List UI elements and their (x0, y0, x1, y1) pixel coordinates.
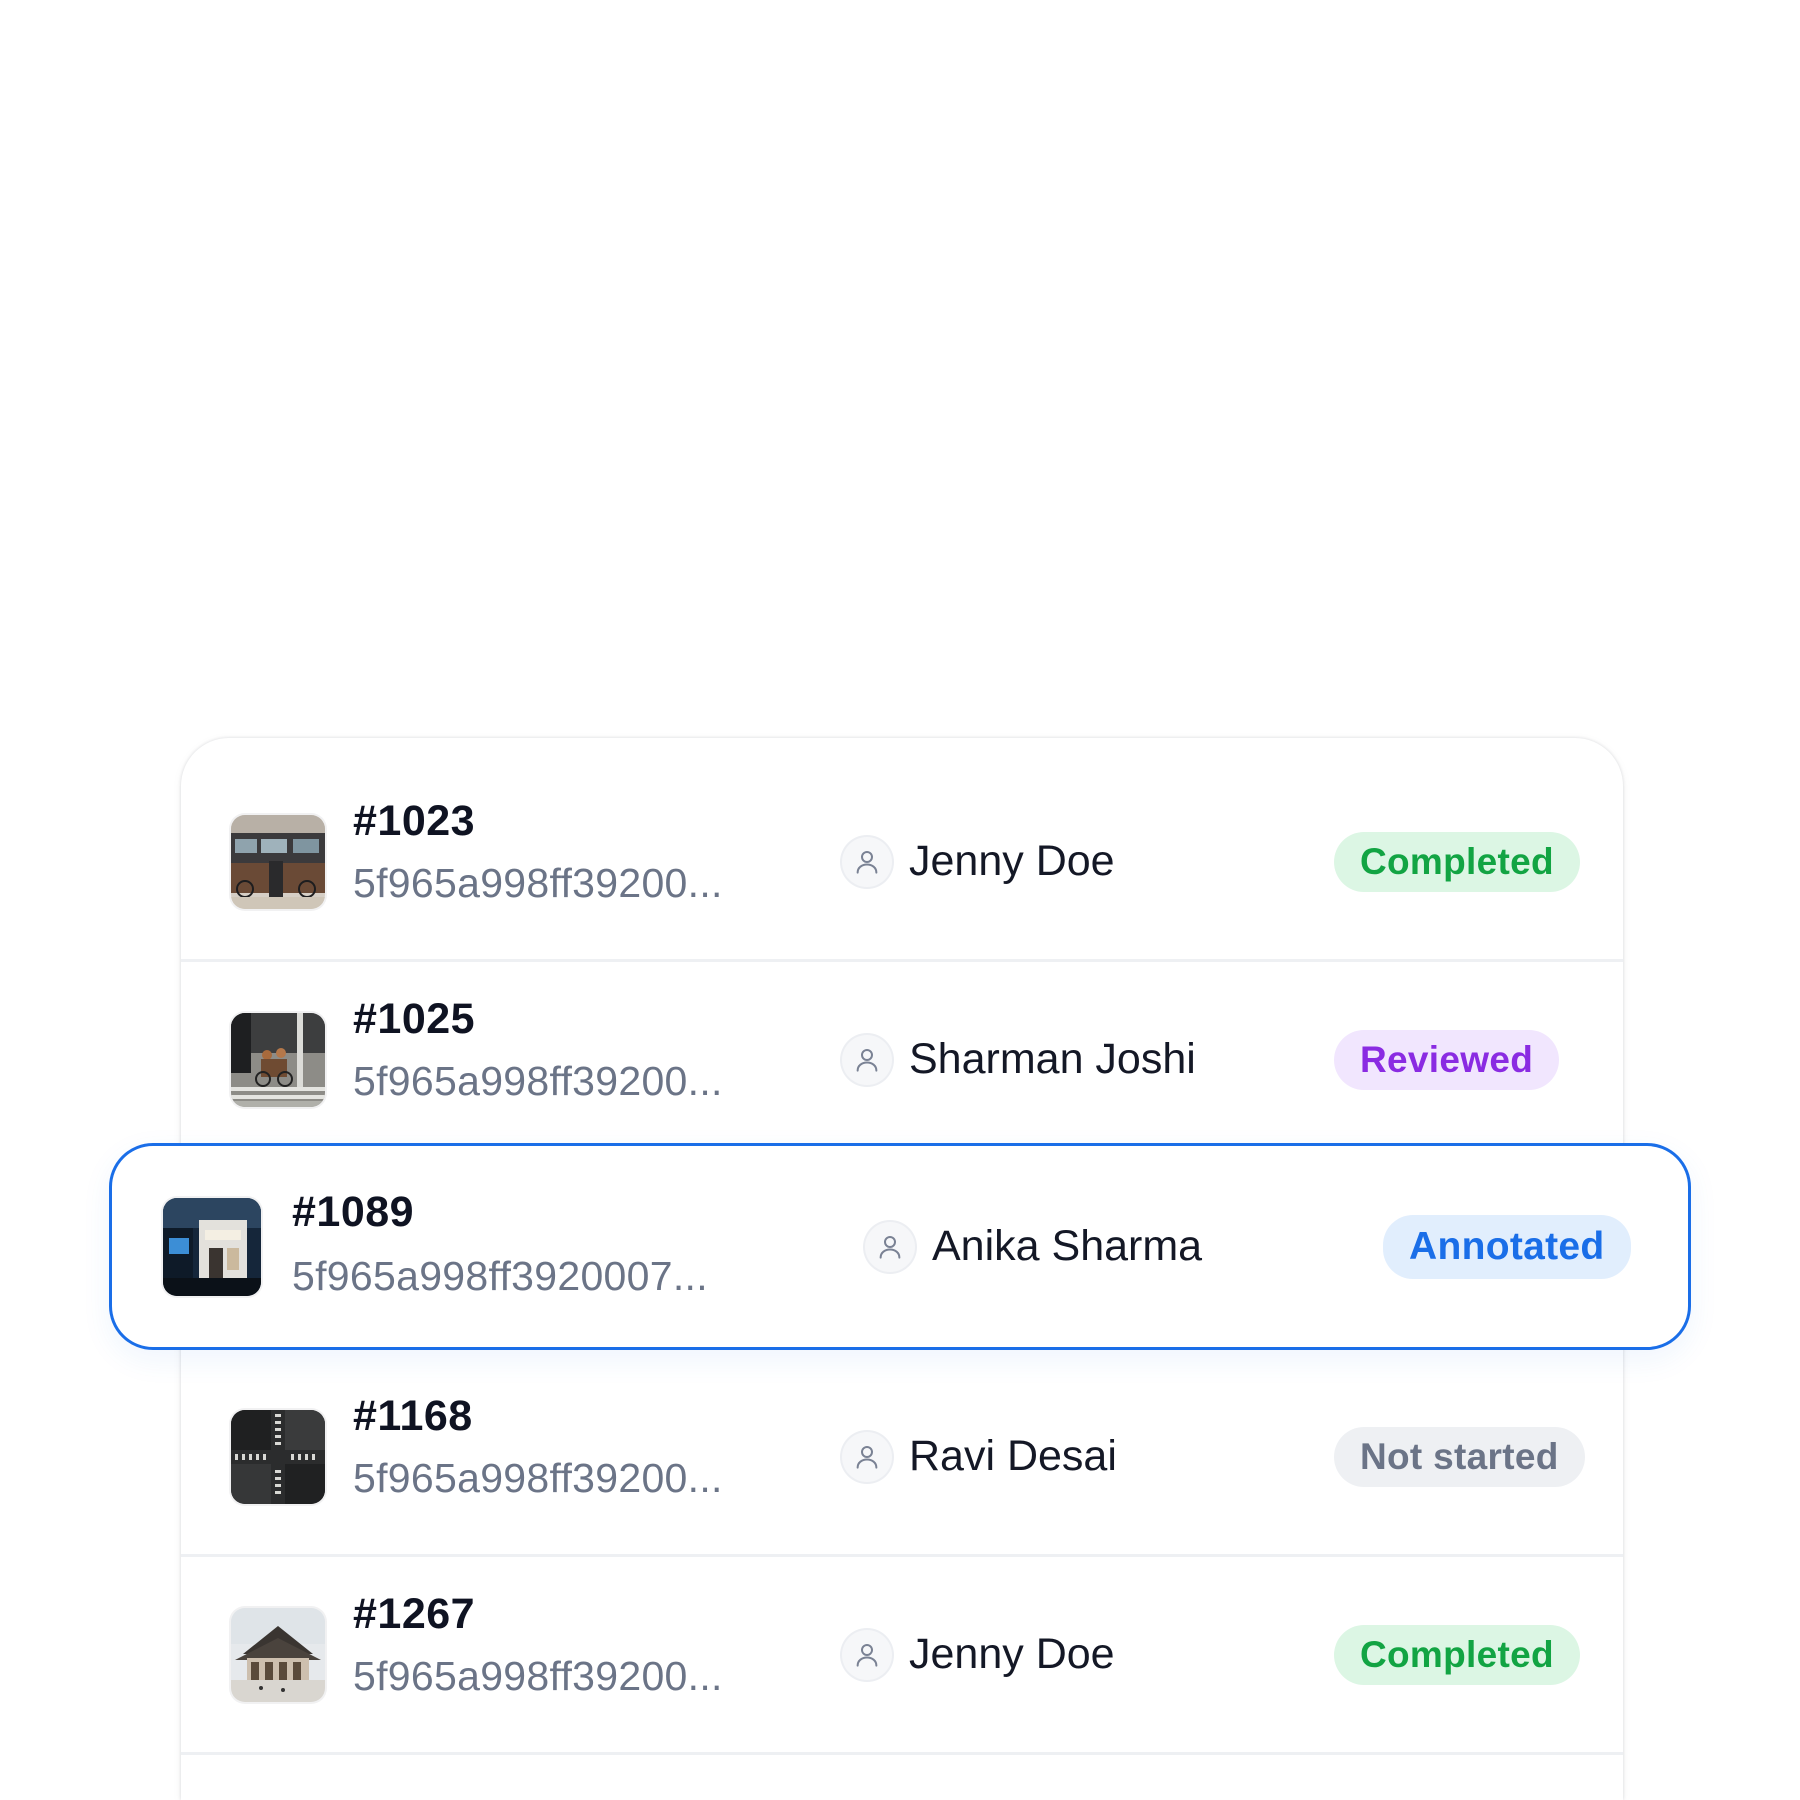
assignee-name: Ravi Desai (909, 1432, 1117, 1480)
assignee-name: Jenny Doe (909, 837, 1115, 885)
task-hash: 5f965a998ff39200... (353, 860, 723, 906)
status-badge: Annotated (1383, 1214, 1631, 1279)
assignee[interactable]: Sharman Joshi (842, 1033, 1196, 1087)
task-thumbnail (231, 1012, 325, 1107)
task-thumbnail (231, 814, 325, 909)
assignee-name: Sharman Joshi (909, 1035, 1196, 1083)
task-id: #1089 (292, 1188, 415, 1236)
assignee-name: Anika Sharma (932, 1222, 1203, 1270)
task-thumbnail (163, 1197, 261, 1296)
user-icon (842, 836, 892, 887)
status-badge: Not started (1334, 1426, 1585, 1487)
task-hash: 5f965a998ff39200... (353, 1653, 723, 1699)
user-icon (865, 1221, 915, 1272)
user-icon (842, 1629, 892, 1680)
assignee[interactable]: Ravi Desai (842, 1430, 1117, 1484)
task-row[interactable]: #1168 5f965a998ff39200... Ravi Desai Not… (181, 1359, 1623, 1557)
assignee[interactable]: Jenny Doe (842, 835, 1115, 889)
task-id: #1023 (353, 797, 476, 845)
task-hash: 5f965a998ff39200... (353, 1455, 723, 1501)
user-icon (842, 1431, 892, 1482)
task-thumbnail (231, 1607, 325, 1702)
task-row-selected[interactable]: #1089 5f965a998ff3920007... Anika Sharma… (109, 1143, 1691, 1350)
assignee[interactable]: Jenny Doe (842, 1628, 1115, 1682)
status-badge: Completed (1334, 1624, 1580, 1685)
task-row[interactable]: #1025 5f965a998ff39200... Sharman Joshi … (181, 962, 1623, 1160)
task-id: #1267 (353, 1590, 476, 1638)
task-id: #1168 (353, 1392, 473, 1440)
task-row[interactable]: #1267 5f965a998ff39200... Jenny Doe Comp… (181, 1557, 1623, 1755)
task-thumbnail (231, 1409, 325, 1504)
status-badge: Completed (1334, 831, 1580, 892)
assignee-name: Jenny Doe (909, 1630, 1115, 1678)
task-hash: 5f965a998ff39200... (353, 1058, 723, 1104)
task-hash: 5f965a998ff3920007... (292, 1253, 708, 1299)
user-icon (842, 1034, 892, 1085)
status-badge: Reviewed (1334, 1029, 1560, 1090)
assignee[interactable]: Anika Sharma (865, 1220, 1202, 1274)
task-row[interactable]: #1023 5f965a998ff39200... Jenny Doe Comp… (181, 764, 1623, 962)
task-id: #1025 (353, 995, 476, 1043)
